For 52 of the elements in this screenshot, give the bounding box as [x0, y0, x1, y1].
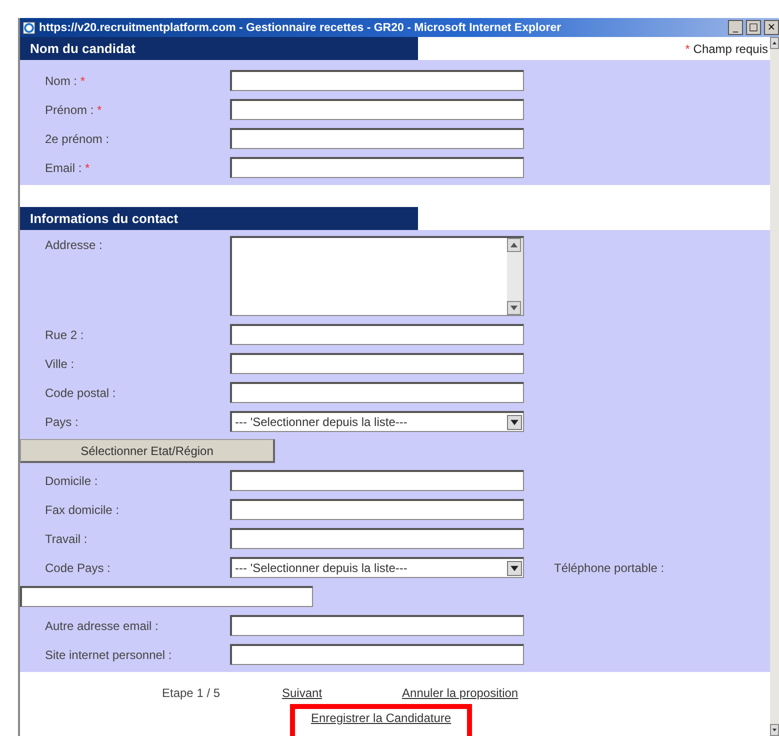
scroll-up-icon[interactable] [770, 37, 779, 49]
input-field[interactable] [230, 128, 524, 149]
field-label: Email : * [44, 160, 91, 174]
field-label: Prénom : * [44, 102, 103, 116]
maximize-button[interactable]: □ [746, 20, 761, 35]
input-field[interactable] [230, 99, 524, 120]
address-field[interactable] [230, 236, 524, 316]
select-region-button[interactable]: Sélectionner Etat/Région [20, 439, 275, 463]
country-dropdown[interactable]: --- 'Selectionner depuis la liste--- [230, 557, 524, 578]
scroll-down-icon[interactable] [770, 724, 779, 736]
field-label: Nom : * [44, 74, 86, 88]
scrollbar[interactable] [770, 37, 779, 736]
link[interactable]: Suivant [282, 686, 322, 700]
field-label: Addresse : [44, 237, 104, 252]
field-label: Téléphone portable : [554, 560, 664, 574]
required-note: Champ requis [693, 42, 768, 56]
input-field[interactable] [230, 70, 524, 91]
field-label: Travail : [44, 532, 88, 546]
field-label: Site internet personnel : [44, 648, 173, 662]
link[interactable]: Annuler la proposition [402, 686, 518, 700]
input-field[interactable] [230, 644, 524, 665]
window-title: https://v20.recruitmentplatform.com - Gestionnaire recettes - GR20 - Microsoft Internet Explorer [39, 22, 562, 34]
field-label: 2e prénom : [44, 132, 110, 146]
browser-icon [22, 20, 36, 34]
input-field[interactable] [230, 157, 524, 178]
field-label: Domicile : [44, 474, 99, 488]
field-label: Code postal : [44, 386, 117, 400]
input-field[interactable] [230, 324, 524, 345]
required-marker: * [685, 42, 690, 56]
field-label: Ville : [44, 356, 76, 370]
field-label: Fax domicile : [44, 502, 120, 516]
input-field[interactable] [230, 499, 524, 520]
link[interactable]: Enregistrer la Candidature [290, 704, 472, 736]
field-label: Autre adresse email : [44, 618, 160, 632]
country-dropdown[interactable]: --- 'Selectionner depuis la liste--- [230, 411, 524, 432]
input-field[interactable] [230, 382, 524, 403]
minimize-button[interactable]: _ [728, 20, 743, 35]
input-field[interactable] [230, 528, 524, 549]
scroll-down-icon[interactable] [507, 301, 521, 315]
close-button[interactable]: × [764, 20, 779, 35]
input-field[interactable] [230, 353, 524, 374]
input-field[interactable] [230, 470, 524, 491]
step-indicator: Etape 1 / 5 [162, 686, 222, 700]
field-label: Code Pays : [44, 560, 112, 574]
section-header: Nom du candidat [20, 37, 418, 60]
input-field[interactable] [230, 615, 524, 636]
scrollbar[interactable] [507, 238, 523, 315]
input-field[interactable] [20, 586, 313, 607]
field-label: Pays : [44, 414, 80, 428]
section-header: Informations du contact [20, 207, 418, 230]
field-label: Rue 2 : [44, 328, 85, 342]
scroll-up-icon[interactable] [507, 238, 521, 252]
